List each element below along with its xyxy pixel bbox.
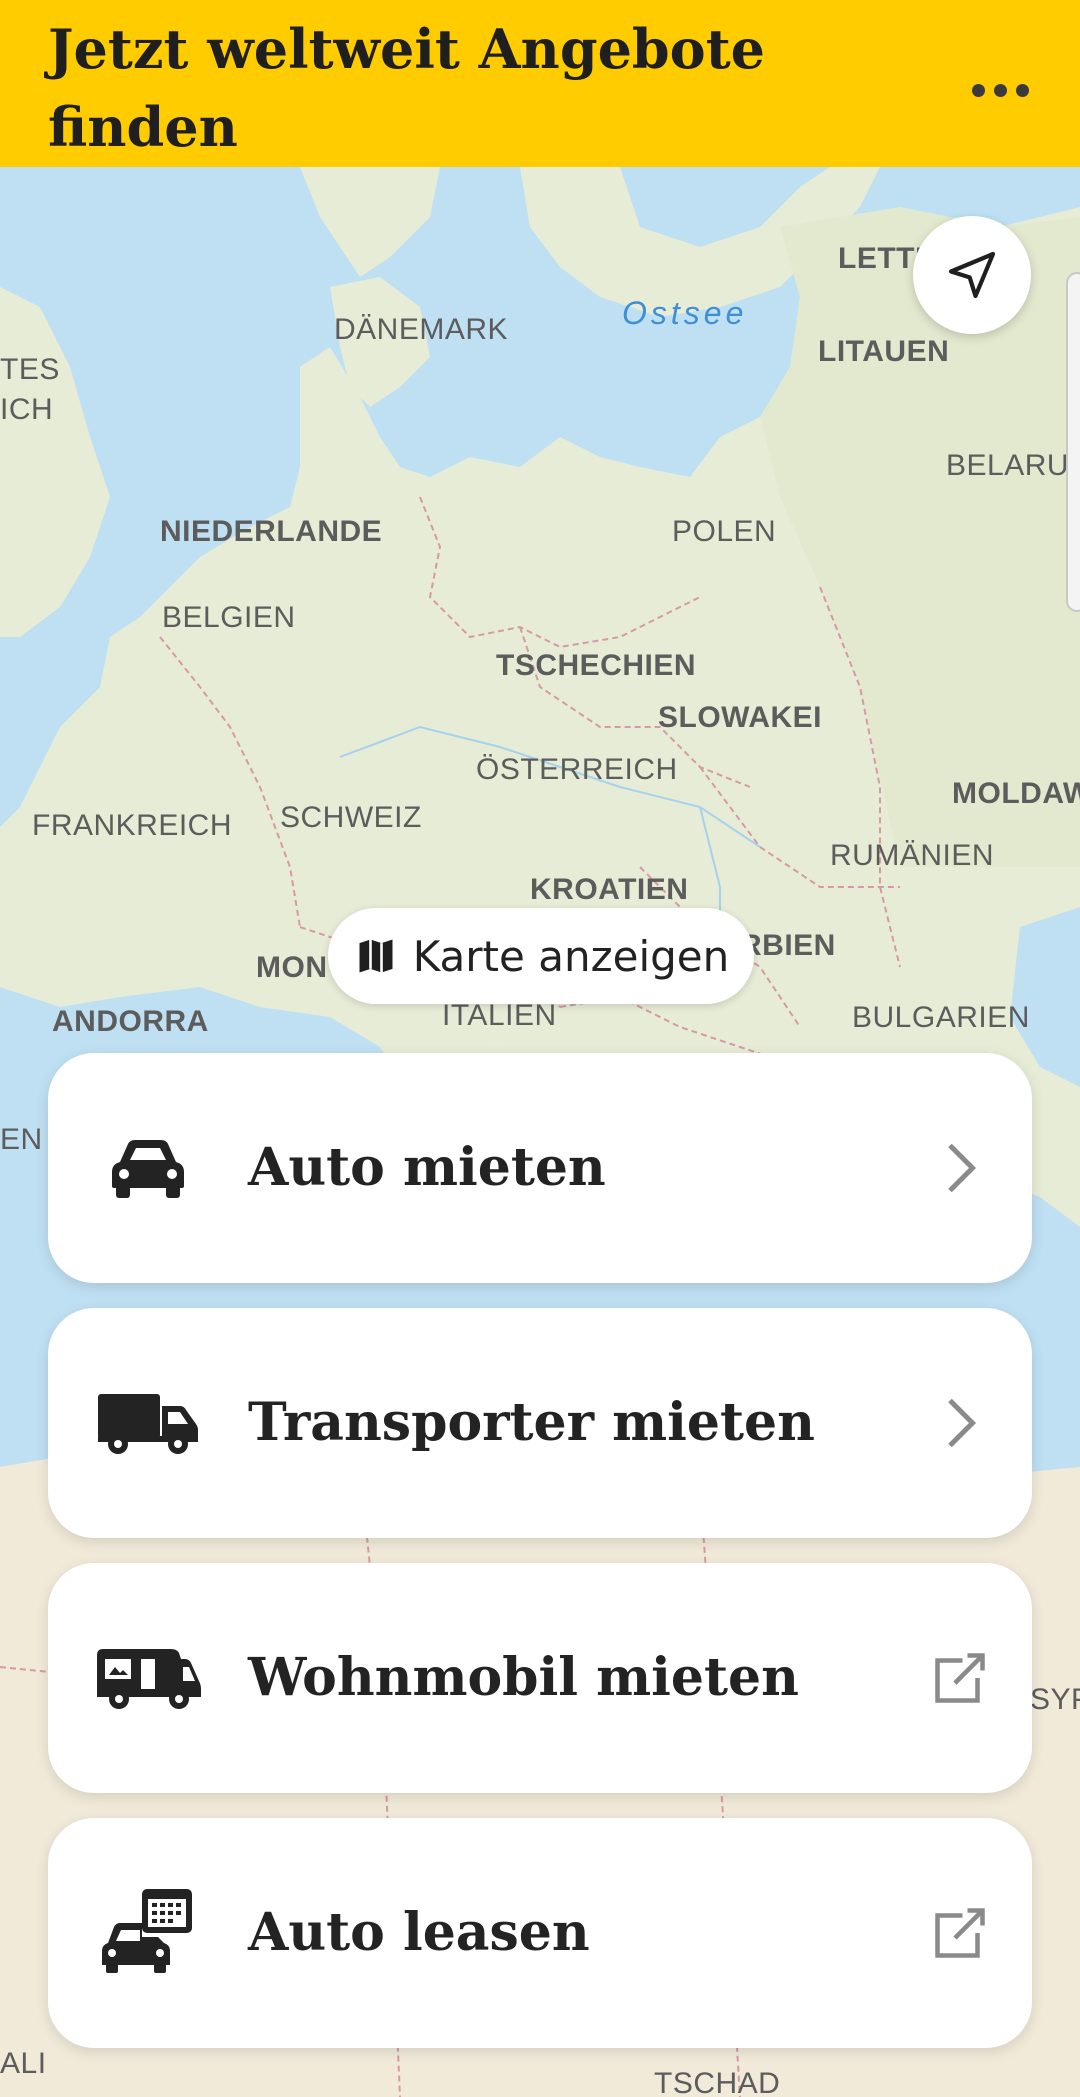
service-card-auto-leasen[interactable]: Auto leasen <box>48 1818 1032 2048</box>
external-link-icon <box>935 1908 988 1958</box>
map-label-rumaenien: RUMÄNIEN <box>830 839 995 872</box>
camper-icon <box>92 1628 204 1728</box>
map-label-italien: ITALIEN <box>442 999 557 1032</box>
locate-button[interactable] <box>913 216 1031 334</box>
service-card-auto-mieten[interactable]: Auto mieten <box>48 1053 1032 1283</box>
service-label: Auto mieten <box>248 1137 606 1198</box>
map-label-libyen: ALI <box>0 2047 47 2080</box>
map-label-belgien: BELGIEN <box>162 601 296 634</box>
map-label-litauen: LITAUEN <box>818 335 950 368</box>
more-options-icon[interactable] <box>960 70 1040 110</box>
map-label-uk-2: ICH <box>0 393 54 426</box>
map-label-monaco: MON <box>256 951 328 984</box>
map-label-polen: POLEN <box>672 515 777 548</box>
map-label-belarus: BELARUS <box>946 449 1080 482</box>
car-leasing-icon <box>92 1883 204 1983</box>
map-icon <box>359 939 393 973</box>
page-title: Jetzt weltweit Angebote finden <box>48 17 766 159</box>
map-label-oesterreich: ÖSTERREICH <box>476 753 678 786</box>
map-label-daenemark: DÄNEMARK <box>334 313 509 346</box>
side-panel-handle[interactable] <box>1066 272 1080 612</box>
map-label-bulgarien: BULGARIEN <box>852 1001 1030 1034</box>
map-label-serbien: RBIEN <box>740 929 836 962</box>
chevron-right-icon <box>948 1398 977 1448</box>
map-label-ostsee: Ostsee <box>622 295 748 331</box>
show-map-button[interactable]: Karte anzeigen <box>328 908 754 1004</box>
map-label-uk-1: TES <box>0 353 60 386</box>
service-label: Transporter mieten <box>248 1392 815 1453</box>
map-label-schweiz: SCHWEIZ <box>280 801 422 834</box>
chevron-right-icon <box>948 1143 977 1193</box>
service-card-transporter-mieten[interactable]: Transporter mieten <box>48 1308 1032 1538</box>
map-label-spanien: EN <box>0 1123 43 1156</box>
service-label: Auto leasen <box>248 1902 590 1963</box>
map-label-tschad: TSCHAD <box>654 2067 781 2097</box>
map-label-frankreich: FRANKREICH <box>32 809 233 842</box>
service-card-wohnmobil-mieten[interactable]: Wohnmobil mieten <box>48 1563 1032 1793</box>
map-label-slowakei: SLOWAKEI <box>658 701 823 734</box>
map-label-aegypten: SYP <box>1030 1683 1080 1716</box>
truck-icon <box>92 1373 204 1473</box>
map-label-andorra: ANDORRA <box>52 1005 209 1038</box>
car-icon <box>92 1118 204 1218</box>
navigation-arrow-icon <box>948 251 996 299</box>
map-label-niederlande: NIEDERLANDE <box>160 515 383 548</box>
map-label-tschechien: TSCHECHIEN <box>496 649 697 682</box>
map-label-kroatien: KROATIEN <box>530 873 689 906</box>
external-link-icon <box>935 1653 988 1703</box>
app-header: Jetzt weltweit Angebote finden <box>0 0 1080 167</box>
map-label-moldawien: MOLDAW <box>952 777 1080 810</box>
show-map-label: Karte anzeigen <box>412 931 730 981</box>
service-label: Wohnmobil mieten <box>248 1647 799 1708</box>
